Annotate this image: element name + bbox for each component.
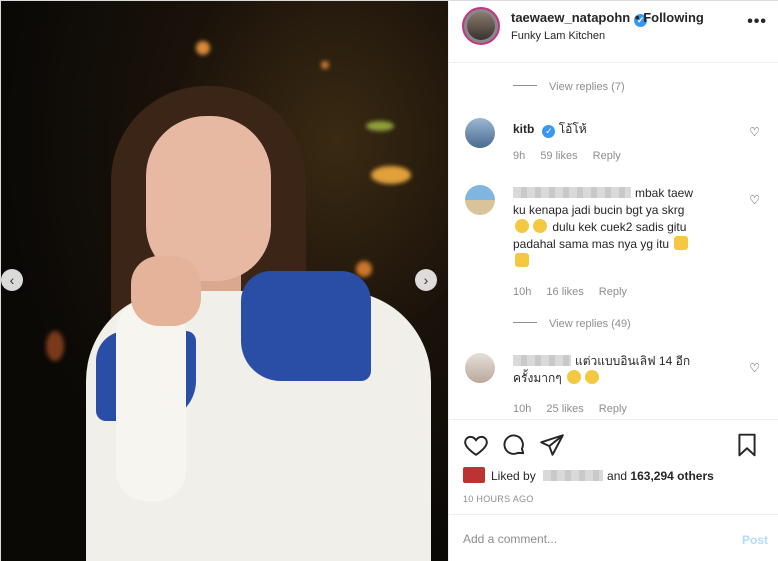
likes-others-count[interactable]: 163,294 others: [630, 469, 713, 483]
crying-emoji-icon: [533, 219, 547, 233]
comment-item: kitb ✓ โอ้โห้: [513, 121, 723, 138]
commenter-avatar[interactable]: [465, 118, 495, 148]
post-details-panel: taewaew_natapohn ✓ • Following Funky Lam …: [448, 1, 778, 561]
comments-list[interactable]: View replies (7) kitb ✓ โอ้โห้ ♡ 9h 59 li…: [449, 63, 778, 419]
author-avatar[interactable]: [462, 7, 500, 45]
bokeh-light: [321, 61, 329, 69]
comment-like-heart-icon[interactable]: ♡: [749, 125, 760, 139]
comment-likes[interactable]: 25 likes: [546, 403, 583, 415]
view-replies-button[interactable]: View replies (49): [513, 318, 631, 330]
comment-username[interactable]: kitb: [513, 122, 534, 136]
laughing-emoji-icon: [585, 370, 600, 384]
likes-summary: Liked by and 163,294 others: [463, 467, 714, 483]
hidden-username: [513, 355, 571, 366]
verified-badge-icon: ✓: [542, 125, 556, 138]
liked-by-label: Liked by: [491, 469, 536, 483]
comment-text-line: mbak taew: [635, 186, 694, 200]
comment-time: 9h: [513, 150, 526, 162]
comment-icon[interactable]: [501, 432, 527, 458]
photo-subject-shirt-yoke: [241, 271, 371, 381]
comment-likes[interactable]: 59 likes: [540, 150, 577, 162]
post-actions: Liked by and 163,294 others 10 HOURS AGO: [449, 419, 778, 514]
view-replies-button[interactable]: View replies (7): [513, 81, 625, 93]
comment-time: 10h: [513, 403, 532, 415]
carousel-prev-button[interactable]: ‹: [1, 269, 23, 291]
bokeh-light: [371, 166, 411, 184]
comment-time: 10h: [513, 286, 532, 298]
post-timestamp[interactable]: 10 HOURS AGO: [463, 494, 534, 504]
reply-button[interactable]: Reply: [593, 150, 621, 162]
hidden-username: [513, 187, 631, 198]
post-location[interactable]: Funky Lam Kitchen: [511, 30, 605, 42]
add-comment-input[interactable]: [463, 527, 713, 551]
add-comment-bar: Post: [449, 514, 778, 561]
comment-text-line: ku kenapa jadi bucin bgt ya skrg: [513, 203, 685, 217]
photo-subject-arm: [116, 301, 186, 501]
comment-text-line: dulu kek cuek2 sadis gitu: [552, 220, 687, 234]
bokeh-light: [46, 331, 64, 361]
comment-text: โอ้โห้: [558, 122, 587, 136]
post-photo[interactable]: ‹ ›: [1, 1, 448, 561]
bokeh-light: [356, 261, 372, 277]
comment-text-line: แต่วแบบอินเลิฟ 14 อีก: [575, 354, 691, 368]
author-username[interactable]: taewaew_natapohn: [511, 10, 630, 25]
crying-emoji-icon: [515, 219, 529, 233]
comment-meta: 10h 16 likes Reply: [513, 286, 639, 298]
header-separator: •: [635, 10, 640, 25]
photo-subject-hand: [131, 256, 201, 326]
comment-meta: 10h 25 likes Reply: [513, 403, 639, 415]
laughing-emoji-icon: [567, 370, 582, 384]
pointing-hand-emoji-icon: [515, 253, 529, 267]
comment-like-heart-icon[interactable]: ♡: [749, 361, 760, 375]
hidden-liker-name: [543, 470, 604, 481]
bookmark-icon[interactable]: [734, 432, 760, 458]
instagram-post-viewer: ‹ › taewaew_natapohn ✓ • Following Funky …: [0, 0, 778, 561]
liker-avatar[interactable]: [463, 467, 485, 483]
pointing-hand-emoji-icon: [674, 236, 689, 250]
carousel-next-button[interactable]: ›: [415, 269, 437, 291]
commenter-avatar[interactable]: [465, 353, 495, 383]
comment-text-line: padahal sama mas nya yg itu: [513, 237, 670, 251]
comment-like-heart-icon[interactable]: ♡: [749, 193, 760, 207]
likes-connector: and: [607, 469, 628, 483]
following-button[interactable]: Following: [643, 10, 704, 25]
reply-button[interactable]: Reply: [599, 403, 627, 415]
post-header: taewaew_natapohn ✓ • Following Funky Lam …: [449, 1, 778, 63]
comment-likes[interactable]: 16 likes: [546, 286, 583, 298]
comment-text-line: ครั้งมากๆ: [513, 371, 562, 385]
comment-item: แต่วแบบอินเลิฟ 14 อีก ครั้งมากๆ: [513, 353, 723, 387]
reply-button[interactable]: Reply: [599, 286, 627, 298]
heart-icon[interactable]: [463, 432, 489, 458]
bokeh-light: [366, 121, 394, 131]
more-options-icon[interactable]: •••: [747, 13, 767, 31]
share-icon[interactable]: [539, 432, 565, 458]
comment-meta: 9h 59 likes Reply: [513, 150, 633, 162]
post-comment-button[interactable]: Post: [742, 533, 768, 547]
bokeh-light: [196, 41, 210, 55]
comment-item: mbak taew ku kenapa jadi bucin bgt ya sk…: [513, 185, 723, 270]
commenter-avatar[interactable]: [465, 185, 495, 215]
